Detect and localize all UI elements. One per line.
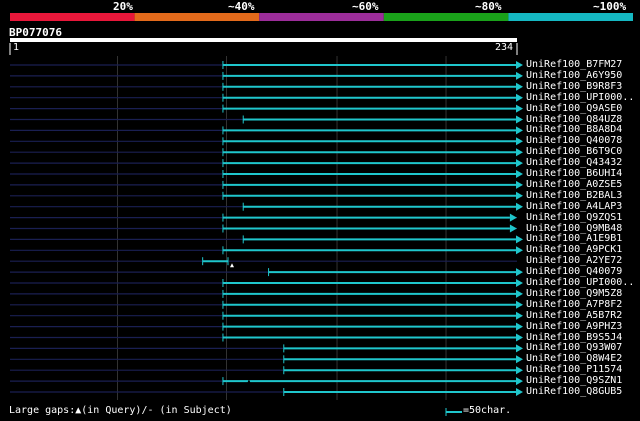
scale-segment-2 (134, 13, 260, 21)
hit-label[interactable]: UniRef100_A1E9B1 (526, 233, 622, 244)
hit-end-arrow (515, 191, 523, 200)
hit-label[interactable]: UniRef100_A9PHZ3 (526, 321, 622, 332)
hit-end-arrow (515, 202, 523, 211)
hit-end-arrow (515, 235, 523, 244)
hit-label[interactable]: UniRef100_Q8W4E2 (526, 353, 622, 364)
hit-label[interactable]: UniRef100_Q9M5Z8 (526, 288, 622, 299)
hit-label[interactable]: UniRef100_Q9ZQS1 (526, 212, 622, 223)
hit-end-arrow (515, 268, 523, 277)
hit-end-arrow (509, 224, 517, 233)
hit-label[interactable]: UniRef100_A5B7R2 (526, 310, 622, 321)
similarity-scale-bar (9, 13, 633, 55)
gaps-legend-text: Large gaps:▲(in Query)/- (in Subject) (9, 405, 232, 416)
hit-label[interactable]: UniRef100_A7P8F2 (526, 299, 622, 310)
hit-label[interactable]: UniRef100_UPI000.. (526, 92, 634, 103)
hit-label[interactable]: UniRef100_A4LAP3 (526, 201, 622, 212)
hit-end-arrow (515, 355, 523, 364)
hit-end-arrow (515, 71, 523, 80)
axis-start-label: 1 (13, 42, 20, 53)
hit-label[interactable]: UniRef100_A6Y950 (526, 70, 622, 81)
hit-label[interactable]: UniRef100_P11574 (526, 364, 622, 375)
hit-label[interactable]: UniRef100_A2YE72 (526, 255, 622, 266)
hit-label[interactable]: UniRef100_Q40078 (526, 135, 622, 146)
hit-end-arrow (515, 289, 523, 298)
scale-legend-text: =50char. (463, 405, 512, 416)
hit-end-arrow (515, 333, 523, 342)
scale-segment-1 (10, 13, 135, 21)
hit-end-arrow (515, 311, 523, 320)
query-ruler (10, 38, 517, 42)
hit-end-arrow (515, 126, 523, 135)
scale-label-40: ~40% (228, 0, 255, 13)
hit-end-arrow (515, 388, 523, 396)
hit-end-arrow (515, 104, 523, 113)
query-title: BP077076 (9, 26, 62, 39)
scale-label-60: ~60% (352, 0, 379, 13)
hit-end-arrow (515, 322, 523, 331)
scale-segment-3 (259, 13, 384, 21)
hit-label[interactable]: UniRef100_Q84UZ8 (526, 114, 622, 125)
hit-label[interactable]: UniRef100_A9PCK1 (526, 244, 622, 255)
hit-label[interactable]: UniRef100_Q43432 (526, 157, 622, 168)
hit-end-arrow (515, 170, 523, 178)
hit-end-arrow (515, 300, 523, 309)
hit-label[interactable]: UniRef100_Q9MB48 (526, 223, 622, 234)
scale-label-80: ~80% (475, 0, 502, 13)
hit-label[interactable]: UniRef100_Q40079 (526, 266, 622, 277)
hit-label[interactable]: UniRef100_Q8GUB5 (526, 386, 622, 397)
hit-end-arrow (515, 159, 523, 168)
hit-label[interactable]: UniRef100_Q9ASE0 (526, 103, 622, 114)
scale-label-100: ~100% (593, 0, 627, 13)
hit-label[interactable]: UniRef100_A0ZSE5 (526, 179, 622, 190)
hit-end-arrow (509, 213, 517, 222)
hit-label[interactable]: UniRef100_B7FM27 (526, 59, 622, 70)
hit-end-arrow (515, 82, 523, 91)
query-gap-marker (230, 263, 235, 268)
hit-label[interactable]: UniRef100_Q9SZN1 (526, 375, 622, 386)
hit-label[interactable]: UniRef100_B6T9C0 (526, 146, 622, 157)
hit-end-arrow (515, 246, 523, 255)
hit-end-arrow (515, 279, 523, 287)
hit-label[interactable]: UniRef100_UPI000.. (526, 277, 634, 288)
hit-label[interactable]: UniRef100_B6UHI4 (526, 168, 622, 179)
hit-label[interactable]: UniRef100_Q93W07 (526, 342, 622, 353)
hit-end-arrow (515, 366, 523, 375)
hit-end-arrow (515, 137, 523, 146)
hit-end-arrow (515, 93, 523, 102)
scale-segment-5 (508, 13, 633, 21)
hit-label[interactable]: UniRef100_B9S5J4 (526, 332, 622, 343)
hit-label[interactable]: UniRef100_B8A8D4 (526, 124, 622, 135)
hit-end-arrow (515, 377, 523, 386)
axis-end-label: 234 (495, 42, 514, 53)
hit-end-arrow (515, 344, 523, 353)
hit-end-arrow (515, 180, 523, 189)
hit-end-arrow (515, 148, 523, 157)
scale-label-20: 20% (113, 0, 133, 13)
scale-segment-4 (383, 13, 509, 21)
hit-label[interactable]: UniRef100_B9R8F3 (526, 81, 622, 92)
hit-end-arrow (515, 115, 523, 124)
legend-bar (445, 408, 462, 416)
hit-end-arrow (515, 61, 523, 69)
hit-label[interactable]: UniRef100_B2BAL3 (526, 190, 622, 201)
